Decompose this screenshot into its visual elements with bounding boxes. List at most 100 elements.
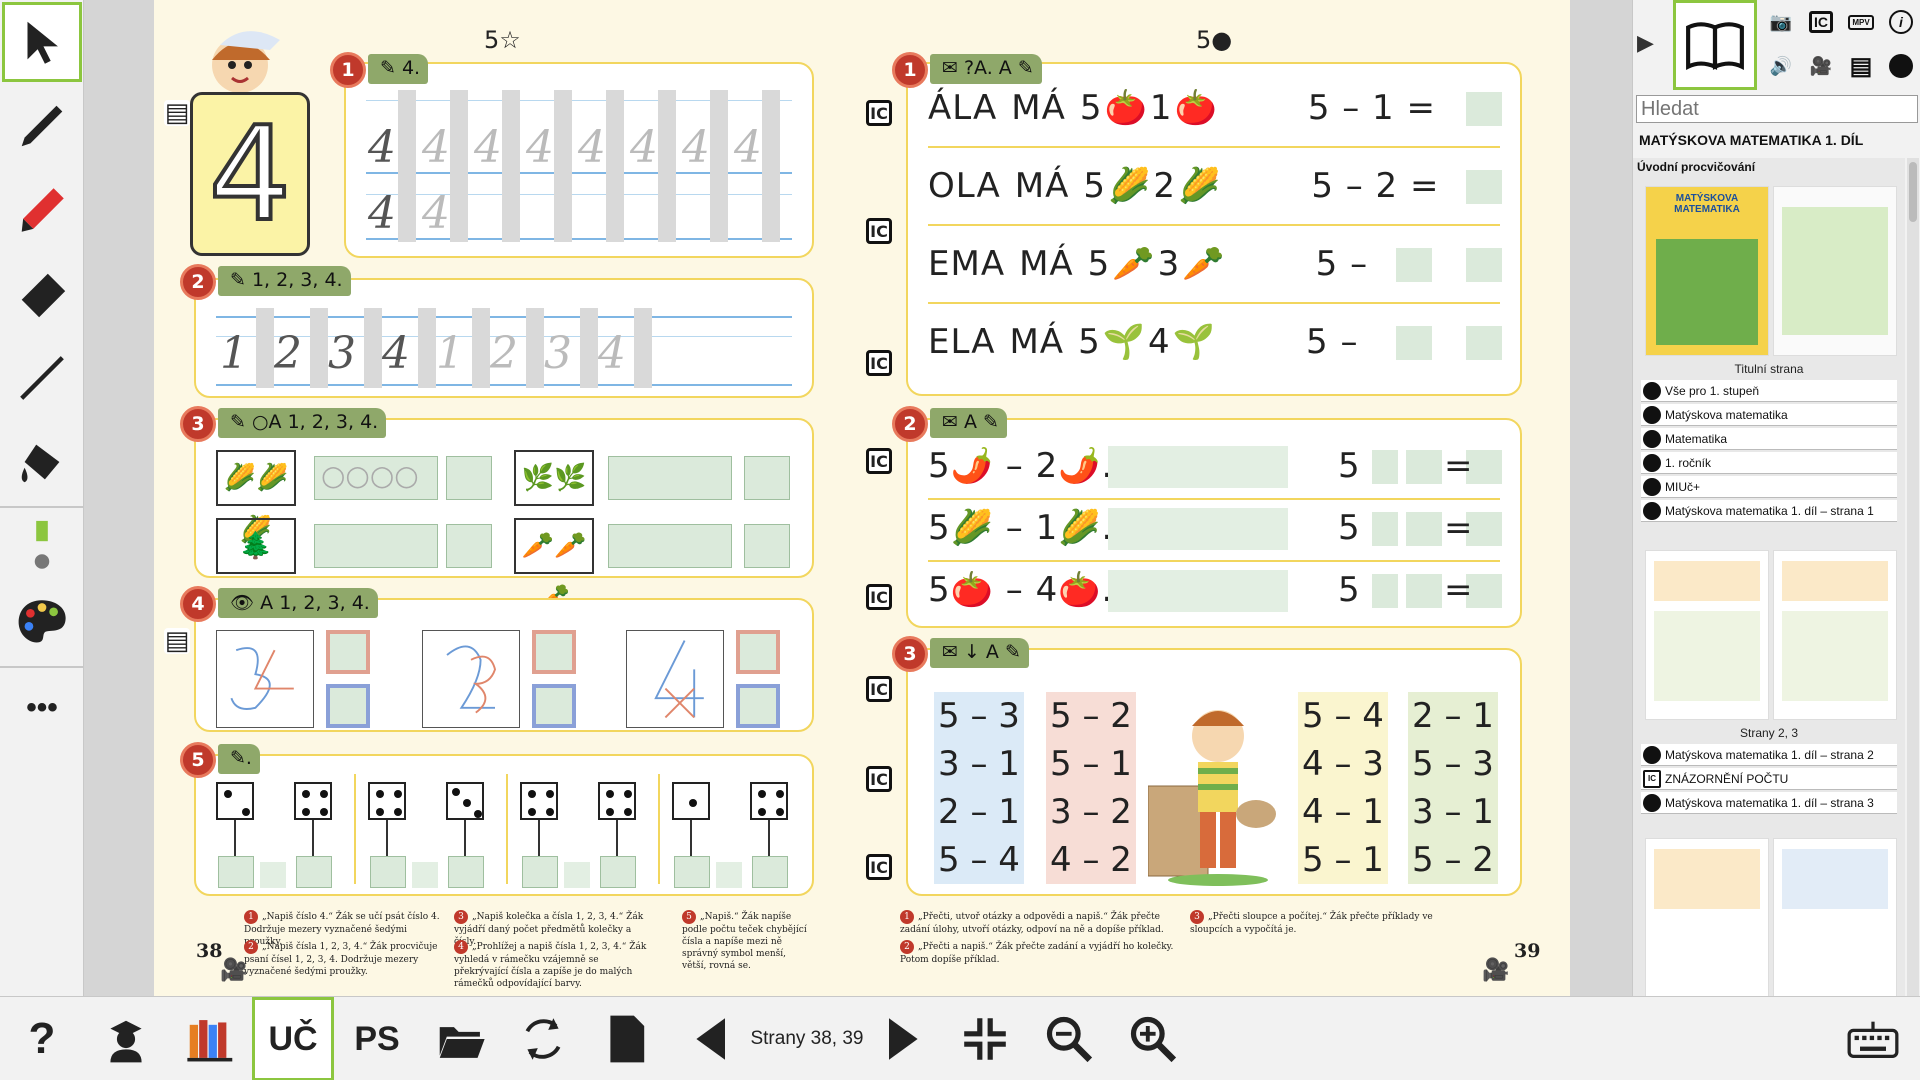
more-tools-button[interactable]: ••• — [2, 668, 82, 748]
select-tool-button[interactable] — [2, 2, 82, 82]
ic-icon[interactable]: IC — [866, 854, 892, 880]
fill-tool-button[interactable] — [2, 422, 82, 502]
book-viewer[interactable]: 5☆ ▤ ▤ 4 4 4 4 4 4 4 4 4 4 4 1 ✎ 4. 1 2 … — [84, 0, 1632, 996]
answer-box-orange[interactable] — [532, 630, 576, 674]
content-link-item[interactable]: MIUč+ — [1641, 476, 1897, 498]
answer-box[interactable] — [446, 524, 492, 568]
answer-box-blue[interactable] — [532, 684, 576, 728]
page-button[interactable] — [596, 997, 656, 1080]
ps-button[interactable]: PS — [344, 997, 410, 1080]
film-icon[interactable]: ▤ — [1841, 46, 1881, 86]
refresh-button[interactable] — [510, 997, 576, 1080]
library-button[interactable] — [176, 997, 246, 1080]
search-input[interactable] — [1636, 95, 1918, 123]
film-icon[interactable]: ▤ — [164, 626, 190, 656]
palette-tool-button[interactable] — [2, 582, 82, 662]
page-thumbnail[interactable] — [1773, 186, 1897, 356]
line-tool-button[interactable] — [2, 338, 82, 418]
comparison-box[interactable] — [564, 862, 590, 888]
video-camera-icon[interactable]: 🎥 — [1482, 958, 1509, 983]
answer-box[interactable] — [1396, 326, 1432, 360]
answer-box[interactable] — [752, 856, 788, 888]
circles-box[interactable]: ○○○○ — [314, 456, 438, 500]
answer-box[interactable] — [1406, 574, 1442, 608]
help-button[interactable]: ? — [10, 997, 74, 1080]
ic-icon[interactable]: IC — [866, 350, 892, 376]
ic-icon[interactable]: IC — [866, 766, 892, 792]
content-link-item[interactable]: IC ZNÁZORNĚNÍ POČTU — [1641, 768, 1897, 790]
content-link-item[interactable]: Vše pro 1. stupeň — [1641, 380, 1897, 402]
mpv-icon[interactable]: MPV — [1841, 2, 1881, 42]
ic-icon[interactable]: IC — [866, 218, 892, 244]
answer-box[interactable] — [1466, 248, 1502, 282]
answer-box[interactable] — [1406, 512, 1442, 546]
answer-box[interactable] — [1466, 170, 1502, 204]
info-icon[interactable]: i — [1881, 2, 1920, 42]
comparison-box[interactable] — [260, 862, 286, 888]
zoom-in-button[interactable] — [1120, 997, 1186, 1080]
answer-box[interactable] — [1372, 512, 1398, 546]
answer-box-blue[interactable] — [736, 684, 780, 728]
previous-page-button[interactable] — [682, 997, 742, 1080]
keyboard-button[interactable] — [1838, 997, 1908, 1080]
globe-icon[interactable] — [1881, 46, 1920, 86]
content-link-item[interactable]: 1. ročník — [1641, 452, 1897, 474]
page-thumbnail[interactable] — [1645, 550, 1769, 720]
scroll-thumb[interactable] — [1909, 162, 1917, 222]
circles-field[interactable] — [1108, 446, 1288, 488]
answer-box[interactable] — [448, 856, 484, 888]
answer-box-orange[interactable] — [736, 630, 780, 674]
answer-box[interactable] — [522, 856, 558, 888]
uc-button[interactable]: UČ — [252, 997, 334, 1080]
content-link-item[interactable]: Matýskova matematika 1. díl – strana 1 — [1641, 500, 1897, 522]
ic-icon[interactable]: IC — [866, 676, 892, 702]
marker-tool-button[interactable] — [2, 170, 82, 250]
open-folder-button[interactable] — [428, 997, 494, 1080]
circles-field[interactable] — [1108, 570, 1288, 612]
cover-thumbnail[interactable]: MATÝSKOVA MATEMATIKA — [1645, 186, 1769, 356]
book-view-button[interactable] — [1673, 0, 1757, 90]
answer-box[interactable] — [1372, 450, 1398, 484]
answer-box[interactable] — [1406, 450, 1442, 484]
circles-box[interactable] — [608, 524, 732, 568]
film-icon[interactable]: ▤ — [164, 98, 190, 128]
ic-icon[interactable]: IC — [866, 100, 892, 126]
page-thumbnail[interactable] — [1773, 550, 1897, 720]
comparison-box[interactable] — [412, 862, 438, 888]
size-indicator[interactable] — [2, 512, 82, 582]
video-camera-icon[interactable]: 🎥 — [1801, 46, 1841, 86]
next-page-button[interactable] — [872, 997, 932, 1080]
page-thumbnail[interactable] — [1773, 838, 1897, 1008]
answer-box[interactable] — [1372, 574, 1398, 608]
circles-box[interactable] — [608, 456, 732, 500]
zoom-out-button[interactable] — [1036, 997, 1102, 1080]
circles-field[interactable] — [1108, 508, 1288, 550]
answer-box[interactable] — [744, 456, 790, 500]
answer-box[interactable] — [1466, 326, 1502, 360]
answer-box[interactable] — [1396, 248, 1432, 282]
page-thumbnail[interactable] — [1645, 838, 1769, 1008]
camera-icon[interactable]: 📷 — [1761, 2, 1801, 42]
content-list[interactable]: Úvodní procvičování MATÝSKOVA MATEMATIKA… — [1633, 158, 1905, 1080]
scrollbar[interactable] — [1907, 158, 1919, 1080]
answer-box[interactable] — [370, 856, 406, 888]
content-link-item[interactable]: Matýskova matematika 1. díl – strana 3 — [1641, 792, 1897, 814]
comparison-box[interactable] — [716, 862, 742, 888]
speaker-icon[interactable]: 🔊 — [1761, 46, 1801, 86]
answer-box[interactable] — [600, 856, 636, 888]
teacher-button[interactable] — [94, 997, 158, 1080]
answer-box[interactable] — [744, 524, 790, 568]
answer-box[interactable] — [446, 456, 492, 500]
ic-icon[interactable]: IC — [1801, 2, 1841, 42]
pen-tool-button[interactable] — [2, 86, 82, 166]
answer-box[interactable] — [218, 856, 254, 888]
video-camera-icon[interactable]: 🎥 — [220, 958, 247, 983]
ic-icon[interactable]: IC — [866, 584, 892, 610]
circles-box[interactable] — [314, 524, 438, 568]
content-link-item[interactable]: Matýskova matematika — [1641, 404, 1897, 426]
content-link-item[interactable]: Matematika — [1641, 428, 1897, 450]
answer-box[interactable] — [1466, 92, 1502, 126]
answer-box-blue[interactable] — [326, 684, 370, 728]
ic-icon[interactable]: IC — [866, 448, 892, 474]
answer-box[interactable] — [296, 856, 332, 888]
